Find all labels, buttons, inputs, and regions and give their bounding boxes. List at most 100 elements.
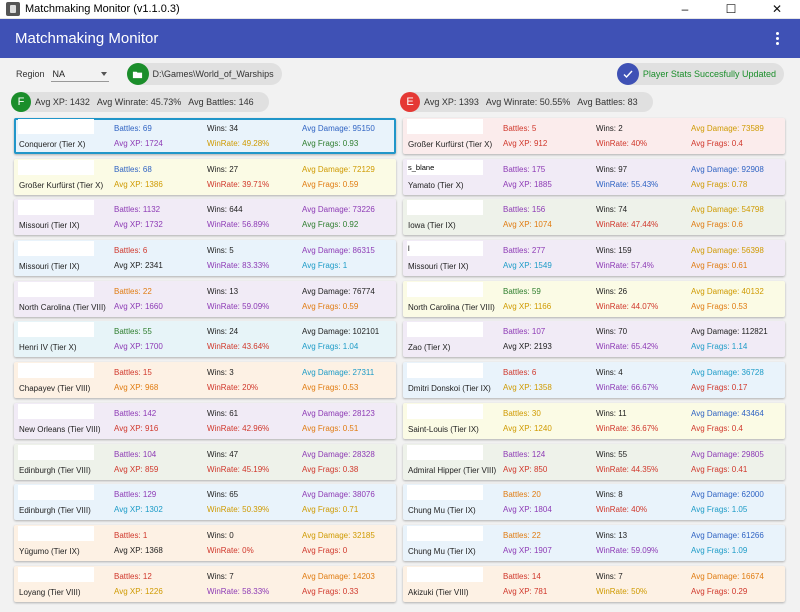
wins-stat: Wins: 3	[207, 368, 234, 378]
winrate-stat: WinRate: 43.64%	[207, 342, 270, 352]
player-card[interactable]: Dmitri Donskoi (Tier IX) Battles: 6 Wins: …	[403, 362, 785, 399]
wins-stat: Wins: 34	[207, 124, 239, 133]
region-select[interactable]: NA	[50, 66, 109, 82]
player-card[interactable]: Chapayev (Tier VIII) Battles: 15 Wins: 3 Av…	[14, 362, 396, 399]
enemy-avg-battles: Avg Battles: 83	[577, 97, 638, 107]
ship-name: North Carolina (Tier VIII)	[19, 302, 106, 312]
enemy-column: Großer Kurfürst (Tier X) Battles: 5 Wins: …	[403, 118, 785, 606]
wins-stat: Wins: 74	[596, 205, 628, 215]
minimize-button[interactable]: –	[662, 0, 708, 19]
wins-stat: Wins: 70	[596, 327, 628, 337]
avg-damage-stat: Avg Damage: 16674	[691, 571, 764, 581]
ship-name: North Carolina (Tier VIII)	[408, 302, 495, 312]
player-card[interactable]: Admiral Hipper (Tier VIII) Battles: 124 Wi…	[403, 443, 785, 480]
winrate-stat: WinRate: 47.44%	[596, 220, 659, 230]
player-card[interactable]: Akizuki (Tier VIII) Battles: 14 Wins: 7 Avg…	[403, 565, 785, 602]
battles-stat: Battles: 1	[114, 530, 148, 540]
avg-damage-stat: Avg Damage: 92908	[691, 164, 764, 174]
ship-name: Saint-Louis (Tier IX)	[408, 424, 479, 434]
player-card[interactable]: Henri IV (Tier X) Battles: 55 Wins: 24 Avg …	[14, 321, 396, 358]
player-card[interactable]: s_blane Yamato (Tier X) Battles: 175 Wins: …	[403, 158, 785, 195]
folder-icon[interactable]	[126, 63, 149, 85]
wins-stat: Wins: 13	[596, 530, 628, 540]
ship-name: Großer Kurfürst (Tier X)	[19, 180, 104, 190]
close-button[interactable]: ✕	[754, 0, 800, 19]
avg-xp-stat: Avg XP: 781	[503, 586, 548, 596]
winrate-stat: WinRate: 83.33%	[207, 261, 270, 271]
ship-name: Henri IV (Tier X)	[19, 343, 77, 353]
avg-xp-stat: Avg XP: 1660	[114, 301, 163, 311]
player-card[interactable]: l Missouri (Tier IX) Battles: 277 Wins: 159…	[403, 240, 785, 277]
friendly-avg-battles: Avg Battles: 146	[188, 97, 254, 107]
avg-damage-stat: Avg Damage: 73226	[302, 205, 375, 215]
avg-xp-stat: Avg XP: 1549	[503, 261, 552, 271]
avg-frags-stat: Avg Frags: 0.33	[302, 586, 359, 596]
avg-damage-stat: Avg Damage: 32185	[302, 530, 375, 540]
battles-stat: Battles: 55	[114, 327, 152, 337]
avg-xp-stat: Avg XP: 916	[114, 423, 159, 433]
battles-stat: Battles: 124	[503, 449, 546, 459]
player-card[interactable]: Missouri (Tier IX) Battles: 6 Wins: 5 Avg D…	[14, 240, 396, 277]
battles-stat: Battles: 68	[114, 164, 152, 174]
player-card[interactable]: Edinburgh (Tier VIII) Battles: 104 Wins: 4…	[14, 443, 396, 480]
avg-frags-stat: Avg Frags: 0.51	[302, 423, 359, 433]
maximize-button[interactable]: ☐	[708, 0, 754, 19]
game-path: D:\Games\World_of_Warships	[152, 69, 274, 79]
avg-xp-stat: Avg XP: 968	[114, 383, 159, 393]
avg-damage-stat: Avg Damage: 54798	[691, 205, 764, 215]
player-card[interactable]: Edinburgh (Tier VIII) Battles: 129 Wins: 6…	[14, 484, 396, 521]
ship-name: Loyang (Tier VIII)	[19, 587, 81, 597]
winrate-stat: WinRate: 66.67%	[596, 383, 659, 393]
winrate-stat: WinRate: 39.71%	[207, 179, 270, 189]
ship-name: Akizuki (Tier VIII)	[408, 587, 469, 597]
wins-stat: Wins: 159	[596, 246, 632, 256]
avg-damage-stat: Avg Damage: 62000	[691, 490, 764, 500]
player-name	[407, 281, 483, 297]
wins-stat: Wins: 5	[207, 246, 234, 256]
ship-name: Admiral Hipper (Tier VIII)	[408, 465, 497, 475]
avg-frags-stat: Avg Frags: 0.61	[691, 261, 748, 271]
avg-frags-stat: Avg Frags: 1.05	[691, 505, 748, 515]
winrate-stat: WinRate: 42.96%	[207, 423, 270, 433]
enemy-avg-xp: Avg XP: 1393	[424, 97, 479, 107]
player-card[interactable]: Conqueror (Tier X) Battles: 69 Wins: 34 Avg…	[14, 118, 396, 154]
friendly-column: Conqueror (Tier X) Battles: 69 Wins: 34 Avg…	[14, 118, 396, 606]
check-icon[interactable]	[616, 63, 639, 85]
player-card[interactable]: Yūgumo (Tier IX) Battles: 1 Wins: 0 Avg Dam…	[14, 524, 396, 561]
wins-stat: Wins: 27	[207, 164, 239, 174]
battles-stat: Battles: 129	[114, 490, 157, 500]
more-vert-icon[interactable]	[770, 29, 784, 49]
battles-stat: Battles: 20	[503, 490, 541, 500]
avg-xp-stat: Avg XP: 850	[503, 464, 548, 474]
wins-stat: Wins: 7	[596, 571, 623, 581]
battles-stat: Battles: 156	[503, 205, 546, 215]
player-card[interactable]: Iowa (Tier IX) Battles: 156 Wins: 74 Avg Da…	[403, 199, 785, 236]
player-card[interactable]: Zao (Tier X) Battles: 107 Wins: 70 Avg Dama…	[403, 321, 785, 358]
player-card[interactable]: Chung Mu (Tier IX) Battles: 22 Wins: 13 Avg…	[403, 524, 785, 561]
player-name	[407, 403, 483, 419]
player-card[interactable]: New Orleans (Tier VIII) Battles: 142 Wins:…	[14, 402, 396, 439]
battles-stat: Battles: 1132	[114, 205, 161, 215]
avg-frags-stat: Avg Frags: 0.78	[691, 179, 748, 189]
game-path-chip: D:\Games\World_of_Warships	[126, 63, 282, 85]
player-name	[18, 444, 94, 460]
player-card[interactable]: Chung Mu (Tier IX) Battles: 20 Wins: 8 Avg …	[403, 484, 785, 521]
ship-name: Chapayev (Tier VIII)	[19, 384, 91, 394]
avg-damage-stat: Avg Damage: 36728	[691, 368, 764, 378]
ship-name: Großer Kurfürst (Tier X)	[408, 140, 493, 149]
battles-stat: Battles: 277	[503, 246, 546, 256]
player-card[interactable]: Großer Kurfürst (Tier X) Battles: 5 Wins: …	[403, 118, 785, 154]
player-card[interactable]: North Carolina (Tier VIII) Battles: 59 Win…	[403, 280, 785, 317]
avg-damage-stat: Avg Damage: 76774	[302, 286, 375, 296]
avg-frags-stat: Avg Frags: 0.38	[302, 464, 359, 474]
avg-xp-stat: Avg XP: 1885	[503, 179, 552, 189]
avg-damage-stat: Avg Damage: 73589	[691, 124, 764, 133]
battles-stat: Battles: 5	[503, 124, 537, 133]
player-card[interactable]: Loyang (Tier VIII) Battles: 12 Wins: 7 Avg …	[14, 565, 396, 602]
player-card[interactable]: Saint-Louis (Tier IX) Battles: 30 Wins: 11…	[403, 402, 785, 439]
winrate-stat: WinRate: 0%	[207, 545, 254, 555]
player-card[interactable]: Großer Kurfürst (Tier X) Battles: 68 Wins:…	[14, 158, 396, 195]
avg-xp-stat: Avg XP: 1074	[503, 220, 552, 230]
player-card[interactable]: North Carolina (Tier VIII) Battles: 22 Win…	[14, 280, 396, 317]
player-card[interactable]: Missouri (Tier IX) Battles: 1132 Wins: 644…	[14, 199, 396, 236]
